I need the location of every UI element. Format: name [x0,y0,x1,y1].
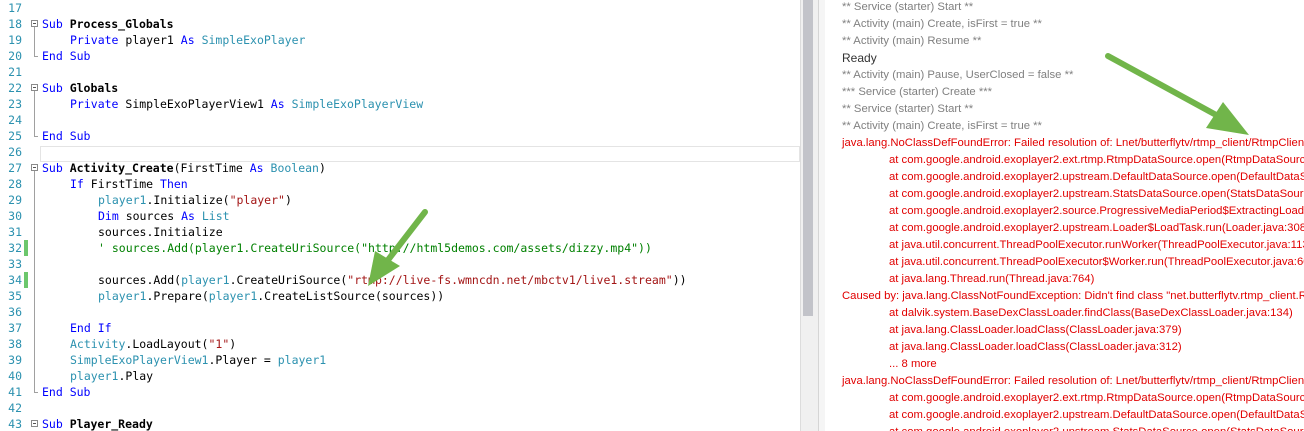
code-editor[interactable]: 17 18 19 20 21 22 23 24 25 26 27 28 29 30 31 32 33 34 35 36… [0,0,800,431]
editor-scrollbar-thumb[interactable] [803,0,813,316]
logs-panel: ** Service (starter) Start ** ** Activity… [825,0,1304,431]
annotation-arrow-code [368,209,428,286]
annotation-arrow-log [1105,53,1249,135]
